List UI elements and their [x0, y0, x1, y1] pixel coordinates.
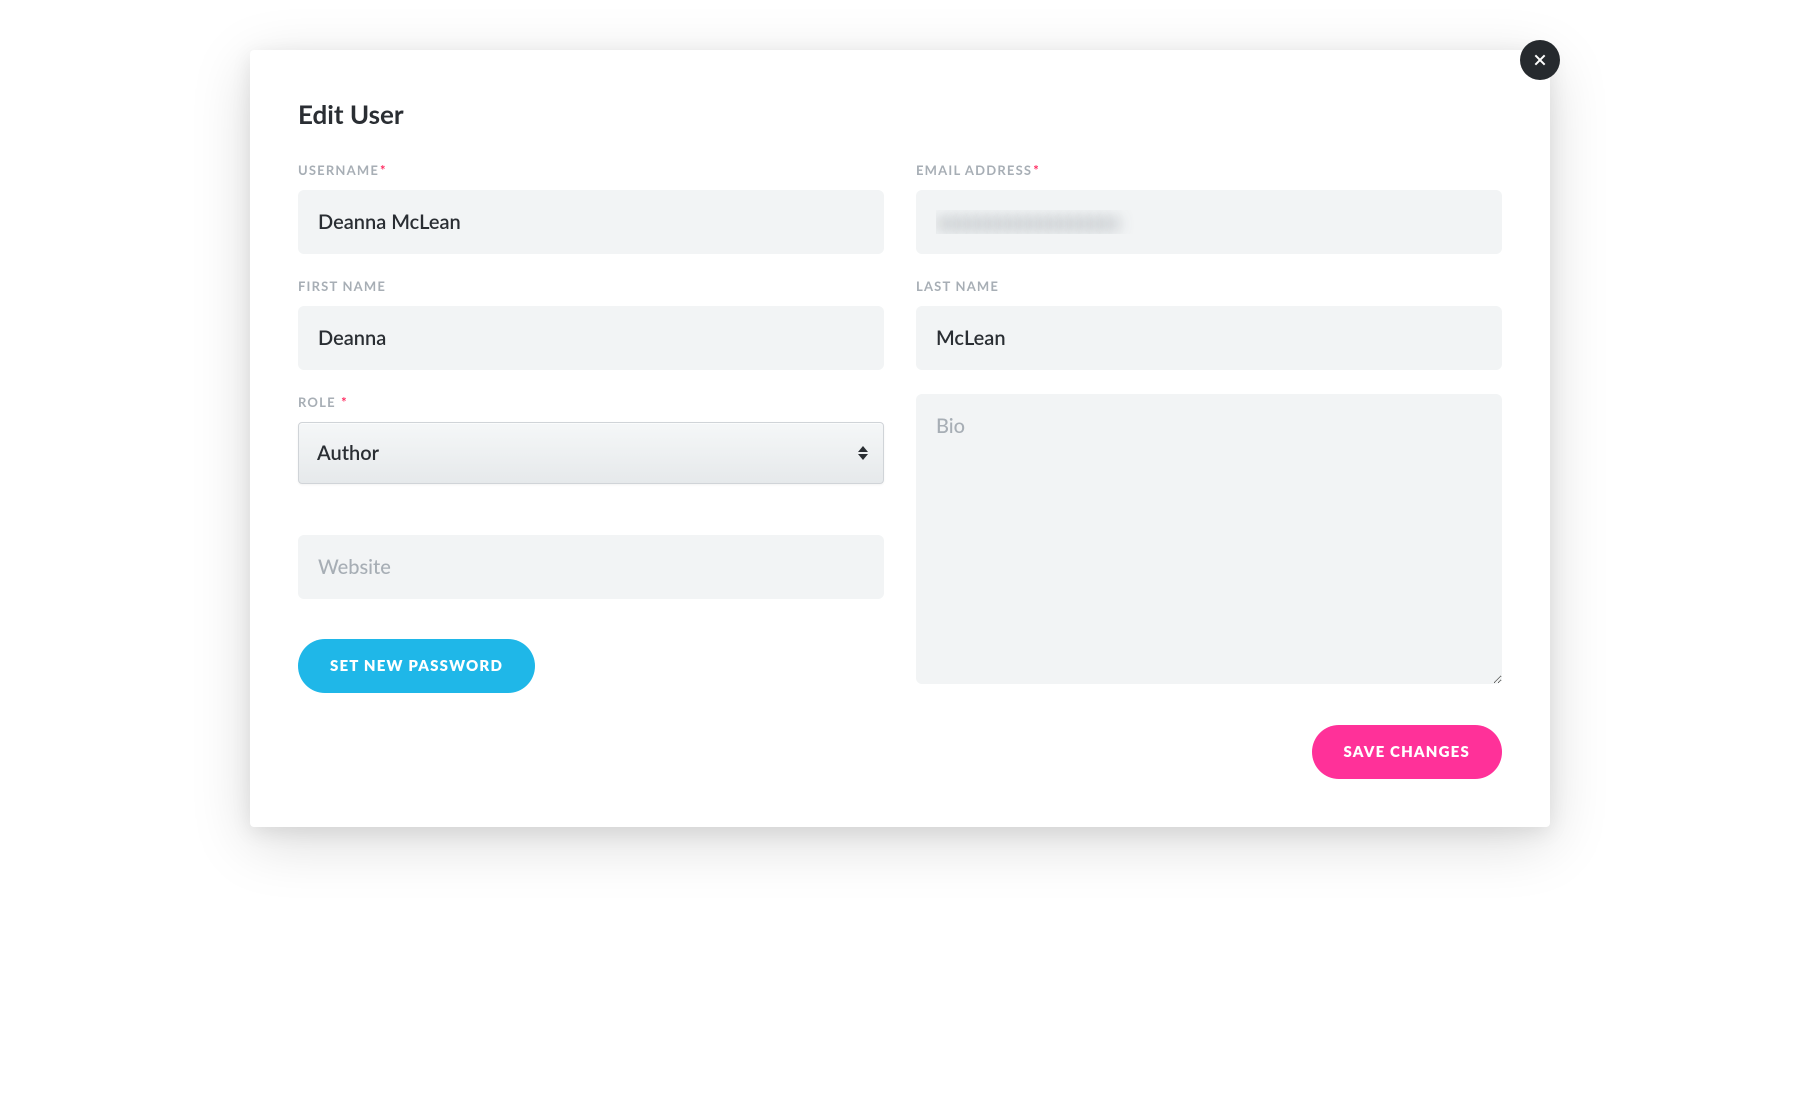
edit-user-modal: Edit User USERNAME* EMAIL ADDRESS* FIRST…: [250, 50, 1550, 827]
firstname-field: FIRST NAME: [298, 278, 884, 370]
username-label-text: USERNAME: [298, 162, 379, 178]
role-select-wrapper: Author: [298, 422, 884, 484]
role-label: ROLE *: [298, 394, 884, 410]
close-button[interactable]: [1520, 40, 1560, 80]
bio-field: [916, 394, 1502, 684]
required-asterisk: *: [341, 394, 348, 410]
firstname-input[interactable]: [298, 306, 884, 370]
set-new-password-button[interactable]: SET NEW PASSWORD: [298, 639, 535, 693]
required-asterisk: *: [1033, 162, 1040, 178]
close-icon: [1532, 52, 1548, 68]
modal-actions: SAVE CHANGES: [298, 725, 1502, 779]
username-label: USERNAME*: [298, 162, 884, 178]
form-grid: USERNAME* EMAIL ADDRESS* FIRST NAME LAST…: [298, 162, 1502, 693]
email-label-text: EMAIL ADDRESS: [916, 162, 1032, 178]
username-input[interactable]: [298, 190, 884, 254]
save-changes-button[interactable]: SAVE CHANGES: [1312, 725, 1503, 779]
email-field: EMAIL ADDRESS*: [916, 162, 1502, 254]
lastname-input[interactable]: [916, 306, 1502, 370]
firstname-label: FIRST NAME: [298, 278, 884, 294]
lastname-label: LAST NAME: [916, 278, 1502, 294]
modal-title: Edit User: [298, 98, 1502, 130]
role-field: ROLE * Author: [298, 394, 884, 484]
username-field: USERNAME*: [298, 162, 884, 254]
email-input[interactable]: [916, 190, 1502, 254]
lastname-field: LAST NAME: [916, 278, 1502, 370]
role-label-text: ROLE: [298, 394, 340, 410]
website-input[interactable]: [298, 535, 884, 599]
email-label: EMAIL ADDRESS*: [916, 162, 1502, 178]
bio-textarea[interactable]: [916, 394, 1502, 684]
website-field: [298, 508, 884, 599]
required-asterisk: *: [380, 162, 387, 178]
password-button-row: SET NEW PASSWORD: [298, 623, 884, 693]
role-select[interactable]: Author: [298, 422, 884, 484]
modal-panel: Edit User USERNAME* EMAIL ADDRESS* FIRST…: [250, 50, 1550, 827]
